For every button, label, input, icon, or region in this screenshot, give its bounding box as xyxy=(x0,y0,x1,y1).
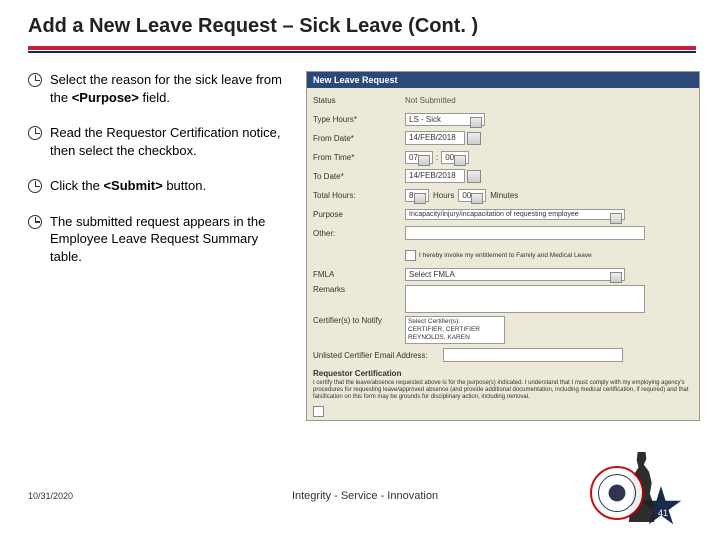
fmla-label: FMLA xyxy=(313,270,405,279)
other-label: Other: xyxy=(313,229,405,238)
clock-icon xyxy=(28,126,42,140)
fmla-cert-text: I hereby invoke my entitlement to Family… xyxy=(419,252,592,259)
instruction-item: Click the <Submit> button. xyxy=(28,177,288,195)
from-date-input[interactable]: 14/FEB/2018 xyxy=(405,131,465,145)
clock-icon xyxy=(28,179,42,193)
clock-icon xyxy=(28,73,42,87)
instruction-text: Select the reason for the sick leave fro… xyxy=(50,71,288,106)
remarks-input[interactable] xyxy=(405,285,645,313)
total-label: Total Hours: xyxy=(313,191,405,200)
req-cert-checkbox[interactable] xyxy=(313,406,324,417)
to-date-input[interactable]: 14/FEB/2018 xyxy=(405,169,465,183)
from-hour-select[interactable]: 07 xyxy=(405,151,433,164)
footer-tagline: Integrity - Service - Innovation xyxy=(178,490,552,502)
fmla-checkbox[interactable] xyxy=(405,250,416,261)
slide-title: Add a New Leave Request – Sick Leave (Co… xyxy=(0,0,720,38)
instruction-item: The submitted request appears in the Emp… xyxy=(28,213,288,266)
certifiers-listbox[interactable]: Select Certifier(s): CERTIFIER, CERTIFIE… xyxy=(405,316,505,344)
instruction-list: Select the reason for the sick leave fro… xyxy=(28,71,288,421)
unlisted-email-input[interactable] xyxy=(443,348,623,362)
total-min-select[interactable]: 00 xyxy=(458,189,486,202)
total-hours-select[interactable]: 8 xyxy=(405,189,429,202)
status-value: Not Submitted xyxy=(405,96,456,105)
page-number: 41 xyxy=(658,508,668,518)
purpose-label: Purpose xyxy=(313,210,405,219)
from-min-select[interactable]: 00 xyxy=(441,151,469,164)
calendar-icon[interactable] xyxy=(467,132,481,145)
type-label: Type Hours* xyxy=(313,115,405,124)
type-select[interactable]: LS - Sick xyxy=(405,113,485,126)
clock-icon xyxy=(28,215,42,229)
other-input[interactable] xyxy=(405,226,645,240)
req-cert-text: I certify that the leave/absence request… xyxy=(313,380,693,401)
footer-logo: 41 xyxy=(552,466,692,526)
footer-date: 10/31/2020 xyxy=(28,491,178,501)
remarks-label: Remarks xyxy=(313,285,405,294)
leave-request-form: New Leave Request Status Not Submitted T… xyxy=(306,71,700,421)
instruction-text: Read the Requestor Certification notice,… xyxy=(50,124,288,159)
from-date-label: From Date* xyxy=(313,134,405,143)
certifiers-label: Certifier(s) to Notify xyxy=(313,316,405,325)
to-date-label: To Date* xyxy=(313,172,405,181)
instruction-item: Read the Requestor Certification notice,… xyxy=(28,124,288,159)
instruction-text: The submitted request appears in the Emp… xyxy=(50,213,288,266)
calendar-icon[interactable] xyxy=(467,170,481,183)
fmla-select[interactable]: Select FMLA xyxy=(405,268,625,281)
min-unit: Minutes xyxy=(490,191,518,200)
title-underline xyxy=(0,38,720,53)
hours-unit: Hours xyxy=(433,191,454,200)
status-label: Status xyxy=(313,96,405,105)
instruction-text: Click the <Submit> button. xyxy=(50,177,206,195)
purpose-select[interactable]: Incapacity/injury/incapacitation of requ… xyxy=(405,209,625,220)
req-cert-title: Requestor Certification xyxy=(313,369,693,378)
instruction-item: Select the reason for the sick leave fro… xyxy=(28,71,288,106)
unlisted-label: Unlisted Certifier Email Address: xyxy=(313,351,443,360)
from-time-label: From Time* xyxy=(313,153,405,162)
seal-icon xyxy=(590,466,644,520)
form-title: New Leave Request xyxy=(307,72,699,88)
